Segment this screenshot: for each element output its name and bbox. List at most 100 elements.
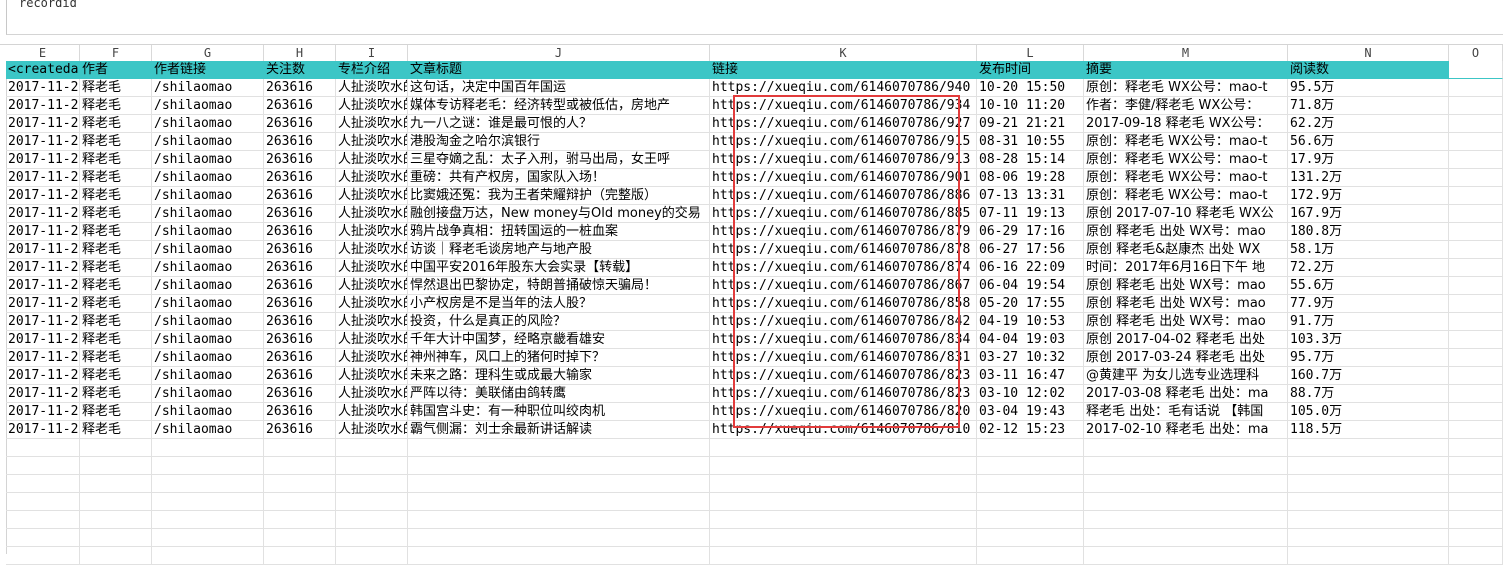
- table-cell[interactable]: https://xueqiu.com/6146070786/913: [710, 151, 977, 169]
- table-cell[interactable]: 263616: [264, 187, 336, 205]
- table-cell[interactable]: /shilaomao: [152, 97, 264, 115]
- table-cell[interactable]: 06-16 22:09: [977, 259, 1084, 277]
- table-cell[interactable]: 人扯淡吹水的: [336, 169, 408, 187]
- table-cell[interactable]: 原创：释老毛 WX公号：mao-t: [1084, 187, 1288, 205]
- table-cell[interactable]: /shilaomao: [152, 421, 264, 439]
- table-cell[interactable]: [1449, 205, 1503, 223]
- empty-cell[interactable]: [336, 547, 408, 565]
- table-cell[interactable]: 人扯淡吹水的: [336, 133, 408, 151]
- header-cell[interactable]: 关注数: [264, 61, 336, 79]
- table-cell[interactable]: 原创 释老毛 出处 WX号：mao: [1084, 223, 1288, 241]
- table-cell[interactable]: 原创 释老毛 出处 WX号：mao: [1084, 295, 1288, 313]
- empty-cell[interactable]: [1449, 547, 1503, 565]
- empty-cell[interactable]: [264, 547, 336, 565]
- table-cell[interactable]: 2017-11-2: [6, 367, 80, 385]
- empty-cell[interactable]: [408, 475, 710, 493]
- column-header-n[interactable]: N: [1288, 45, 1449, 61]
- table-cell[interactable]: 原创 释老毛 出处 WX号：mao: [1084, 277, 1288, 295]
- header-cell[interactable]: <createda: [6, 61, 80, 79]
- empty-cell[interactable]: [1084, 457, 1288, 475]
- empty-cell[interactable]: [152, 547, 264, 565]
- column-header-k[interactable]: K: [710, 45, 977, 61]
- table-cell[interactable]: 释老毛: [80, 259, 152, 277]
- header-cell[interactable]: 阅读数: [1288, 61, 1449, 79]
- table-cell[interactable]: 55.6万: [1288, 277, 1449, 295]
- table-cell[interactable]: /shilaomao: [152, 403, 264, 421]
- table-cell[interactable]: 08-28 15:14: [977, 151, 1084, 169]
- table-cell[interactable]: 释老毛: [80, 367, 152, 385]
- empty-cell[interactable]: [1449, 439, 1503, 457]
- table-cell[interactable]: 释老毛: [80, 151, 152, 169]
- column-header-o[interactable]: O: [1449, 45, 1503, 61]
- table-cell[interactable]: 小产权房是不是当年的法人股？: [408, 295, 710, 313]
- table-cell[interactable]: 原创 2017-03-24 释老毛 出处: [1084, 349, 1288, 367]
- formula-text[interactable]: recordid: [19, 0, 77, 10]
- table-cell[interactable]: 2017-11-2: [6, 259, 80, 277]
- table-cell[interactable]: /shilaomao: [152, 259, 264, 277]
- table-cell[interactable]: 原创：释老毛 WX公号：mao-t: [1084, 169, 1288, 187]
- header-cell[interactable]: 文章标题: [408, 61, 710, 79]
- table-cell[interactable]: 九一八之谜：谁是最可恨的人？: [408, 115, 710, 133]
- empty-cell[interactable]: [6, 529, 80, 547]
- table-cell[interactable]: /shilaomao: [152, 295, 264, 313]
- table-cell[interactable]: 263616: [264, 79, 336, 97]
- table-cell[interactable]: 人扯淡吹水的: [336, 241, 408, 259]
- table-cell[interactable]: 千年大计中国梦，经略京畿看雄安: [408, 331, 710, 349]
- empty-cell[interactable]: [80, 457, 152, 475]
- empty-cell[interactable]: [977, 547, 1084, 565]
- table-cell[interactable]: 263616: [264, 169, 336, 187]
- table-cell[interactable]: 释老毛: [80, 277, 152, 295]
- table-cell[interactable]: [1449, 187, 1503, 205]
- table-cell[interactable]: 2017-03-08 释老毛 出处：ma: [1084, 385, 1288, 403]
- table-cell[interactable]: 07-11 19:13: [977, 205, 1084, 223]
- table-cell[interactable]: 103.3万: [1288, 331, 1449, 349]
- table-cell[interactable]: 释老毛: [80, 295, 152, 313]
- table-cell[interactable]: 人扯淡吹水的: [336, 295, 408, 313]
- table-cell[interactable]: 原创：释老毛 WX公号：mao-t: [1084, 79, 1288, 97]
- header-cell[interactable]: 摘要: [1084, 61, 1288, 79]
- table-cell[interactable]: 06-27 17:56: [977, 241, 1084, 259]
- table-cell[interactable]: /shilaomao: [152, 367, 264, 385]
- empty-cell[interactable]: [336, 457, 408, 475]
- table-cell[interactable]: [1449, 331, 1503, 349]
- table-cell[interactable]: /shilaomao: [152, 349, 264, 367]
- table-cell[interactable]: 人扯淡吹水的: [336, 115, 408, 133]
- table-cell[interactable]: 08-31 10:55: [977, 133, 1084, 151]
- column-header-l[interactable]: L: [977, 45, 1084, 61]
- table-cell[interactable]: https://xueqiu.com/6146070786/867: [710, 277, 977, 295]
- table-cell[interactable]: 10-20 15:50: [977, 79, 1084, 97]
- header-cell[interactable]: [1449, 61, 1503, 79]
- empty-cell[interactable]: [977, 493, 1084, 511]
- table-cell[interactable]: /shilaomao: [152, 133, 264, 151]
- table-cell[interactable]: 71.8万: [1288, 97, 1449, 115]
- table-cell[interactable]: 02-12 15:23: [977, 421, 1084, 439]
- table-cell[interactable]: /shilaomao: [152, 79, 264, 97]
- table-cell[interactable]: 263616: [264, 313, 336, 331]
- table-cell[interactable]: 人扯淡吹水的: [336, 79, 408, 97]
- empty-cell[interactable]: [1288, 493, 1449, 511]
- table-cell[interactable]: https://xueqiu.com/6146070786/879: [710, 223, 977, 241]
- table-cell[interactable]: 释老毛: [80, 313, 152, 331]
- table-cell[interactable]: 263616: [264, 385, 336, 403]
- table-cell[interactable]: https://xueqiu.com/6146070786/823: [710, 367, 977, 385]
- empty-cell[interactable]: [710, 475, 977, 493]
- table-cell[interactable]: 严阵以待：美联储由鸽转鹰: [408, 385, 710, 403]
- table-cell[interactable]: 原创：释老毛 WX公号：mao-t: [1084, 151, 1288, 169]
- empty-cell[interactable]: [710, 529, 977, 547]
- table-cell[interactable]: 263616: [264, 97, 336, 115]
- empty-cell[interactable]: [264, 457, 336, 475]
- table-cell[interactable]: /shilaomao: [152, 277, 264, 295]
- table-cell[interactable]: 释老毛: [80, 115, 152, 133]
- table-cell[interactable]: @黄建平 为女儿选专业选理科: [1084, 367, 1288, 385]
- empty-cell[interactable]: [80, 511, 152, 529]
- column-header-i[interactable]: I: [336, 45, 408, 61]
- column-header-m[interactable]: M: [1084, 45, 1288, 61]
- table-cell[interactable]: 263616: [264, 277, 336, 295]
- table-cell[interactable]: https://xueqiu.com/6146070786/934: [710, 97, 977, 115]
- table-cell[interactable]: 263616: [264, 223, 336, 241]
- table-cell[interactable]: 释老毛: [80, 187, 152, 205]
- table-cell[interactable]: 人扯淡吹水的: [336, 403, 408, 421]
- table-cell[interactable]: https://xueqiu.com/6146070786/874: [710, 259, 977, 277]
- formula-bar[interactable]: recordid: [0, 0, 1503, 38]
- column-header-e[interactable]: E: [6, 45, 80, 61]
